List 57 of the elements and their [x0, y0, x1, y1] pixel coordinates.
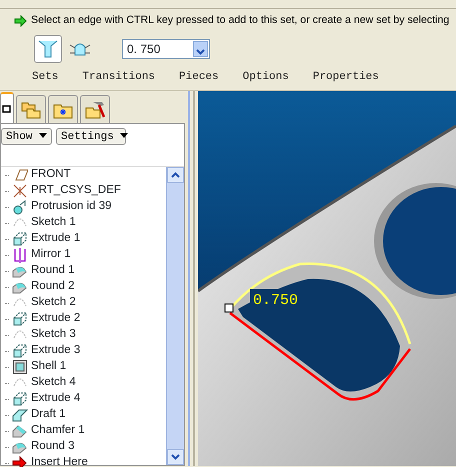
- chamfer-feature-icon: [12, 423, 28, 439]
- model-tree-item[interactable]: Sketch 1: [31, 214, 76, 232]
- extrude-feature-icon: [12, 311, 28, 327]
- model-tree-item[interactable]: Insert Here: [31, 454, 88, 467]
- settings-menu-button[interactable]: Settings: [56, 128, 126, 145]
- round-set-mode-button[interactable]: [34, 34, 62, 63]
- sketch-feature-icon: [13, 378, 27, 387]
- model-tree-item[interactable]: Sketch 2: [31, 294, 76, 312]
- protrusion-feature-icon: [12, 199, 28, 215]
- dashboard-tab[interactable]: Options: [242, 68, 289, 86]
- sketch-feature-icon: [13, 298, 27, 307]
- model-tree-item[interactable]: Sketch 3: [31, 326, 76, 344]
- extrude-feature-icon: [12, 391, 28, 407]
- extrude-feature-icon: [12, 343, 28, 359]
- show-menu-button[interactable]: Show: [1, 128, 52, 145]
- scroll-down-button[interactable]: [167, 449, 184, 465]
- insert-feature-icon: [12, 455, 28, 467]
- model-tree-item[interactable]: Extrude 2: [31, 310, 80, 328]
- sketch-feature-icon: [13, 330, 27, 339]
- model-tree-item[interactable]: PRT_CSYS_DEF: [31, 182, 121, 200]
- model-tree-item[interactable]: Extrude 4: [31, 390, 80, 408]
- shell-feature-icon: [12, 359, 28, 375]
- dashboard-tab[interactable]: Sets: [32, 68, 58, 86]
- navigator-tab[interactable]: [0, 92, 14, 123]
- model-tree-item[interactable]: Draft 1: [31, 406, 66, 424]
- hammer-folder-icon: [84, 100, 106, 120]
- tree-icon: [2, 104, 12, 114]
- arrow-icon: [14, 14, 27, 27]
- folders-icon: [20, 100, 42, 120]
- dashboard-tab[interactable]: Properties: [312, 68, 379, 86]
- radius-dropdown[interactable]: 0. 750: [122, 38, 210, 59]
- prompt-message: Select an edge with CTRL key pressed to add to this set, or create a new set by selecting: [31, 13, 450, 28]
- model-tree-item[interactable]: Sketch 4: [31, 374, 76, 392]
- sketch-feature-icon: [13, 218, 27, 227]
- dashboard-tab[interactable]: Transitions: [82, 68, 156, 86]
- model-tree-item[interactable]: Shell 1: [31, 358, 66, 376]
- csys-feature-icon: [12, 183, 28, 199]
- model-viewport[interactable]: 0.750: [198, 91, 456, 466]
- caret-icon: [39, 133, 48, 138]
- scrollbar[interactable]: [166, 167, 184, 465]
- scroll-up-button[interactable]: [167, 167, 184, 183]
- funnel-icon: [37, 38, 59, 59]
- mirror-feature-icon: [12, 247, 28, 263]
- model-tree-item[interactable]: Round 3: [31, 438, 74, 456]
- model-tree-item[interactable]: Round 2: [31, 278, 74, 296]
- model-tree-item[interactable]: Round 1: [31, 262, 74, 280]
- model-tree-item[interactable]: Extrude 3: [31, 342, 80, 360]
- caret-icon: [120, 133, 128, 138]
- model-tree-item[interactable]: Mirror 1: [31, 246, 71, 264]
- model-tree-item[interactable]: FRONT: [31, 166, 71, 184]
- model-tree-item[interactable]: Protrusion id 39: [31, 198, 112, 216]
- radius-dimension-label[interactable]: 0.750: [253, 292, 298, 309]
- model-tree-item[interactable]: Extrude 1: [31, 230, 80, 248]
- model-tree-item[interactable]: Chamfer 1: [31, 422, 85, 440]
- dashboard-tab[interactable]: Pieces: [179, 68, 219, 86]
- draft-feature-icon: [12, 407, 28, 423]
- extrude-feature-icon: [12, 231, 28, 247]
